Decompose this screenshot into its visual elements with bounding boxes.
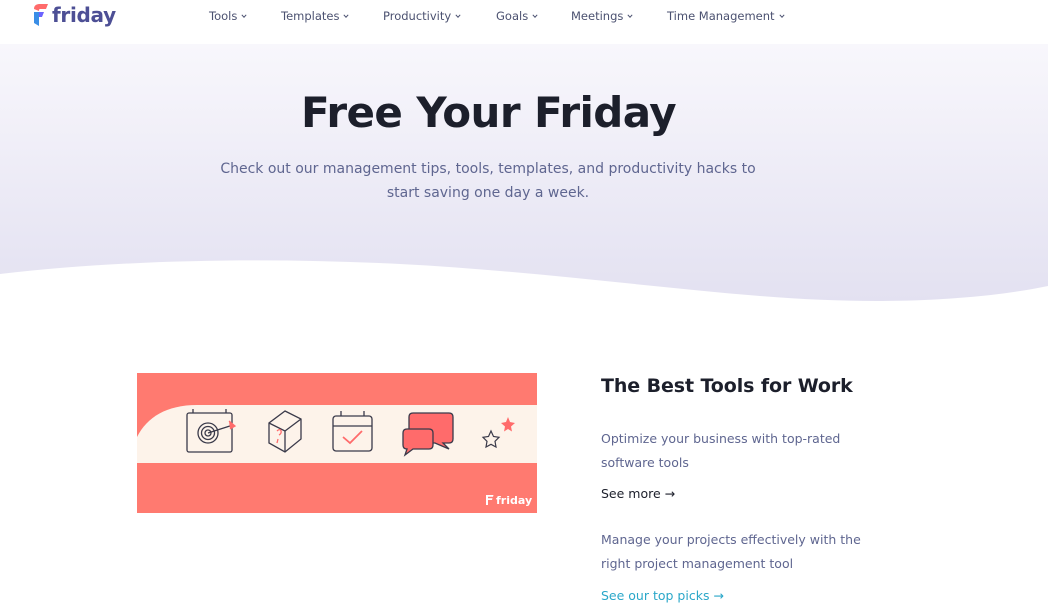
nav-item-label: Goals [496, 9, 529, 23]
nav-item-label: Productivity [383, 9, 452, 23]
nav-item-label: Templates [281, 9, 340, 23]
brand-name: friday [52, 3, 116, 27]
nav-item-label: Meetings [571, 9, 624, 23]
see-top-picks-link[interactable]: See our top picks → [601, 588, 724, 603]
friday-logo[interactable]: friday [31, 2, 116, 28]
chevron-down-icon [627, 14, 633, 18]
nav-item-meetings[interactable]: Meetings [571, 9, 633, 23]
top-navigation-bar: friday Tools Templates Productivity Goal… [0, 0, 1048, 44]
chevron-down-icon [455, 14, 461, 18]
nav-item-label: Time Management [667, 9, 775, 23]
nav-item-templates[interactable]: Templates [281, 9, 350, 23]
chevron-down-icon [778, 14, 785, 18]
banner-logo-text: friday [496, 494, 532, 507]
project-tools-description-line-1: Manage your projects effectively with th… [601, 532, 861, 547]
chevron-down-icon [343, 14, 350, 18]
section-title: The Best Tools for Work [601, 375, 853, 397]
nav-item-label: Tools [209, 9, 238, 23]
hero-subtitle: Check out our management tips, tools, te… [214, 157, 762, 205]
see-more-link[interactable]: See more → [601, 486, 675, 501]
chevron-down-icon [532, 14, 538, 18]
hero-subtitle-line-2: start saving one day a week. [386, 185, 590, 201]
project-tools-description-line-2: right project management tool [601, 556, 794, 571]
nav-item-productivity[interactable]: Productivity [383, 9, 461, 23]
tools-description: Optimize your business with top-rated so… [601, 427, 881, 475]
tools-description-line-2: software tools [601, 455, 689, 470]
project-tools-description: Manage your projects effectively with th… [601, 528, 881, 576]
tools-banner-image[interactable]: friday [137, 373, 537, 513]
nav-item-time-management[interactable]: Time Management [667, 9, 785, 23]
hero-subtitle-line-1: Check out our management tips, tools, te… [220, 161, 756, 177]
nav-item-tools[interactable]: Tools [209, 9, 247, 23]
tools-description-line-1: Optimize your business with top-rated [601, 431, 841, 446]
friday-logo-icon [34, 4, 48, 26]
page-title: Free Your Friday [301, 88, 677, 137]
nav-item-goals[interactable]: Goals [496, 9, 538, 23]
chevron-down-icon [241, 14, 247, 18]
